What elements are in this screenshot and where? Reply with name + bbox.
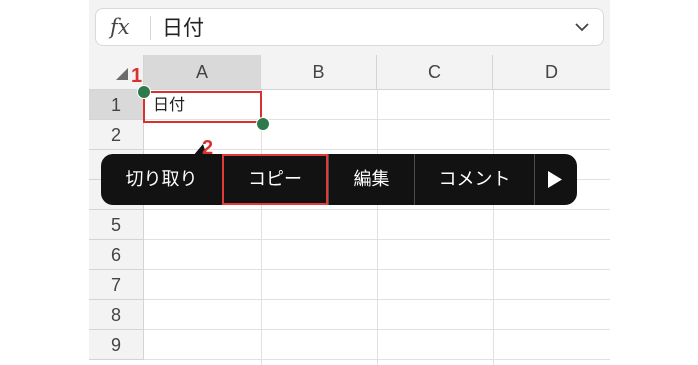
menu-item-cut[interactable]: 切り取り — [101, 154, 222, 205]
selected-cell-border — [143, 91, 262, 123]
column-header-c[interactable]: C — [377, 55, 493, 90]
row-header-7[interactable]: 7 — [89, 270, 144, 300]
fx-label[interactable]: fx — [110, 15, 140, 39]
selection-handle-bottom-right[interactable] — [256, 117, 270, 131]
menu-item-edit[interactable]: 編集 — [329, 154, 414, 205]
row-header-1[interactable]: 1 — [89, 90, 144, 120]
column-header-b[interactable]: B — [261, 55, 377, 90]
spreadsheet-app: fx 日付 A B C D 1 2 3 4 5 6 7 8 9 — [89, 0, 610, 365]
column-header-d[interactable]: D — [493, 55, 610, 90]
row-header-9[interactable]: 9 — [89, 330, 144, 360]
formula-input[interactable]: 日付 — [162, 15, 204, 41]
menu-item-comment[interactable]: コメント — [415, 154, 534, 205]
column-divider — [261, 90, 262, 365]
copy-highlight-box — [222, 154, 328, 205]
column-header-a[interactable]: A — [144, 55, 261, 90]
column-divider — [493, 90, 494, 365]
menu-separator — [534, 154, 535, 205]
play-triangle-icon[interactable] — [548, 171, 562, 188]
step-1-badge: 1 — [131, 65, 143, 87]
formula-bar[interactable]: fx 日付 — [95, 8, 604, 46]
row-header-8[interactable]: 8 — [89, 300, 144, 330]
context-menu: 切り取り コピー 編集 コメント — [101, 154, 577, 205]
formula-divider — [150, 16, 151, 40]
chevron-down-icon[interactable] — [575, 20, 589, 34]
row-header-2[interactable]: 2 — [89, 120, 144, 150]
column-divider — [377, 90, 378, 365]
selection-handle-top-left[interactable] — [137, 85, 151, 99]
row-header-6[interactable]: 6 — [89, 240, 144, 270]
row-header-5[interactable]: 5 — [89, 210, 144, 240]
select-all-icon — [116, 68, 128, 80]
